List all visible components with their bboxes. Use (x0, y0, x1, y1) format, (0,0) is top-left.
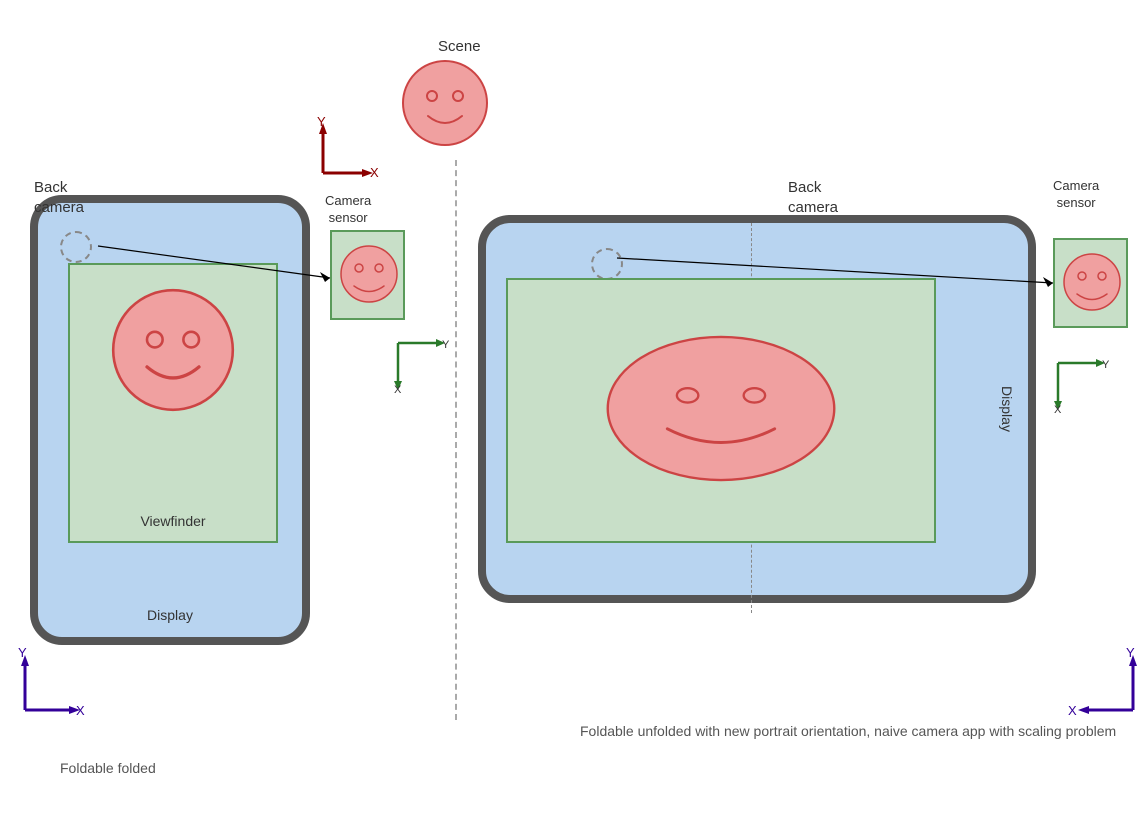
camera-hole-left (60, 231, 92, 263)
unfolded-label: Foldable unfolded with new portrait orie… (580, 720, 1116, 742)
display-label-left: Display (147, 607, 193, 623)
svg-text:X: X (76, 703, 85, 718)
svg-text:X: X (394, 384, 402, 396)
phone-left: Viewfinder Display (30, 195, 310, 645)
bottom-axes-right: Y X (1068, 645, 1143, 730)
smiley-viewfinder-left (108, 285, 238, 415)
divider (455, 160, 457, 720)
svg-text:Y: Y (1126, 645, 1135, 660)
phone-right: Viewfinder Display (478, 215, 1036, 603)
smiley-viewfinder-right (601, 331, 841, 491)
green-axes-left: Y X (390, 335, 450, 400)
svg-text:Y: Y (317, 114, 326, 129)
svg-text:X: X (370, 165, 379, 180)
svg-text:Y: Y (18, 645, 27, 660)
scene-smiley (400, 58, 490, 148)
camera-hole-right (591, 248, 623, 280)
sensor-box-left (330, 230, 405, 320)
back-camera-label-left: Back camera (34, 178, 84, 217)
svg-text:Y: Y (1102, 359, 1110, 371)
camera-sensor-label-left: Camera sensor (325, 193, 371, 227)
svg-text:Y: Y (442, 339, 450, 351)
display-label-right: Display (999, 386, 1015, 432)
svg-text:X: X (1054, 404, 1062, 416)
viewfinder-label-left: Viewfinder (140, 513, 205, 529)
svg-text:X: X (1068, 703, 1077, 718)
top-axes: Y X (305, 118, 375, 193)
sensor-box-right (1053, 238, 1128, 328)
viewfinder-left: Viewfinder (68, 263, 278, 543)
viewfinder-right: Viewfinder (506, 278, 936, 543)
folded-label: Foldable folded (60, 760, 156, 776)
scene-label: Scene (438, 38, 481, 55)
back-camera-label-right: Back camera (788, 178, 838, 217)
green-axes-right: Y X (1050, 355, 1110, 420)
camera-sensor-label-right: Camera sensor (1053, 178, 1099, 212)
bottom-axes-left: Y X (10, 645, 90, 730)
main-container: Scene Y X (0, 0, 1143, 831)
